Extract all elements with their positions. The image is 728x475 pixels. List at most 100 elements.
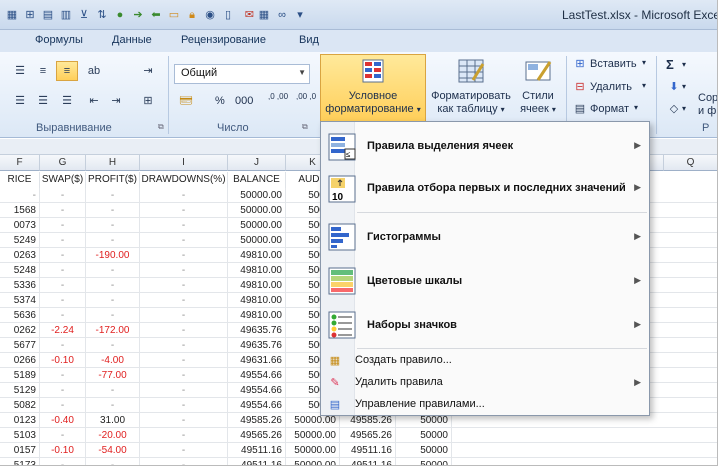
table-cell[interactable]: 50000.00 (228, 188, 286, 203)
table-cell[interactable]: 50000.00 (228, 233, 286, 248)
table-cell[interactable]: - (140, 413, 228, 428)
table-cell[interactable]: 49554.66 (228, 383, 286, 398)
align-middle-icon[interactable]: ≡ (35, 64, 51, 78)
table-cell[interactable]: - (140, 218, 228, 233)
table-cell[interactable]: 49810.00 (228, 263, 286, 278)
table-cell[interactable]: 49635.76 (228, 338, 286, 353)
table-cell[interactable]: - (40, 218, 86, 233)
table-cell[interactable]: - (140, 203, 228, 218)
table-cell[interactable]: - (140, 263, 228, 278)
folder-icon[interactable]: ▭ (166, 7, 182, 23)
table-cell[interactable]: 50000 (396, 428, 452, 443)
table-icon[interactable]: ▤ (40, 7, 56, 23)
tab-formulas[interactable]: Формулы (35, 34, 83, 46)
table-cell[interactable]: -0.10 (40, 353, 86, 368)
menu-item-clear-rules[interactable]: ✎ Удалить правила ▶ (321, 373, 649, 393)
menu-item-top-bottom-rules[interactable]: 10 Правила отбора первых и последних зна… (321, 170, 649, 208)
align-right-icon[interactable]: ☰ (59, 94, 75, 108)
table-cell[interactable]: - (86, 398, 140, 413)
table-cell[interactable]: 50000.00 (228, 218, 286, 233)
table-cell[interactable]: - (40, 428, 86, 443)
header-cell[interactable]: SWAP($) (40, 172, 86, 188)
table-cell[interactable]: 31.00 (86, 413, 140, 428)
header-cell[interactable]: PROFIT($) (86, 172, 140, 188)
table-cell[interactable]: - (86, 383, 140, 398)
currency-icon[interactable]: 💳︎ (178, 94, 194, 108)
table-cell[interactable]: - (140, 248, 228, 263)
sort-filter-label-1[interactable]: Сор (698, 92, 717, 104)
table-cell[interactable]: - (86, 233, 140, 248)
table-cell[interactable]: 5336 (0, 278, 40, 293)
table-cell[interactable]: - (40, 263, 86, 278)
table-cell[interactable]: - (40, 188, 86, 203)
table-cell[interactable]: -54.00 (86, 443, 140, 458)
percent-button[interactable]: % (215, 95, 225, 107)
alignment-launcher-icon[interactable]: ⧉ (158, 122, 164, 132)
number-launcher-icon[interactable]: ⧉ (302, 122, 308, 132)
table-cell[interactable]: - (140, 368, 228, 383)
menu-item-color-scales[interactable]: Цветовые шкалы ▶ (321, 262, 649, 300)
table-cell[interactable]: - (40, 398, 86, 413)
format-button[interactable]: Формат (590, 103, 629, 115)
table-cell[interactable]: 49511.16 (228, 443, 286, 458)
table-cell[interactable]: - (140, 428, 228, 443)
table-cell[interactable]: 0263 (0, 248, 40, 263)
table-cell[interactable]: - (40, 458, 86, 465)
table-cell[interactable]: 50000.00 (286, 428, 340, 443)
table-cell[interactable]: -4.00 (86, 353, 140, 368)
chevron-down-icon[interactable]: ▾ (642, 58, 646, 67)
more-icon[interactable]: ▾ (292, 7, 308, 23)
table-cell[interactable]: -0.10 (40, 443, 86, 458)
orientation-icon[interactable]: ab (86, 64, 102, 78)
sort-icon[interactable]: ⇅ (94, 7, 110, 23)
table-cell[interactable]: - (40, 278, 86, 293)
table-cell[interactable]: - (40, 368, 86, 383)
table-cell[interactable]: 49554.66 (228, 368, 286, 383)
lock-icon[interactable]: 🔒︎ (184, 7, 200, 23)
delete-button[interactable]: Удалить (590, 81, 632, 93)
table-cell[interactable]: -190.00 (86, 248, 140, 263)
menu-item-data-bars[interactable]: Гистограммы ▶ (321, 218, 649, 256)
table-cell[interactable]: 49511.16 (340, 443, 396, 458)
table-cell[interactable]: - (140, 383, 228, 398)
insert-cells-icon[interactable]: ⊞ (22, 7, 38, 23)
fill-icon[interactable]: ⬇ (666, 80, 682, 94)
chevron-down-icon[interactable]: ▾ (642, 81, 646, 90)
table-cell[interactable]: - (140, 323, 228, 338)
thousands-button[interactable]: 000 (235, 95, 253, 107)
table-cell[interactable]: 5636 (0, 308, 40, 323)
autosum-button[interactable]: Σ (666, 57, 674, 72)
column-header-g[interactable]: G (40, 155, 86, 171)
menu-item-manage-rules[interactable]: ▤ Управление правилами... (321, 395, 649, 415)
table-cell[interactable]: - (86, 218, 140, 233)
table-cell[interactable]: - (86, 458, 140, 465)
menu-item-icon-sets[interactable]: Наборы значков ▶ (321, 306, 649, 344)
table-cell[interactable]: - (40, 383, 86, 398)
chevron-down-icon[interactable]: ▾ (634, 103, 638, 112)
table-cell[interactable]: - (140, 443, 228, 458)
cell-styles-button[interactable]: Стили ячеек ▾ (514, 58, 562, 116)
header-cell[interactable]: DRAWDOWNS(%) (140, 172, 228, 188)
table-cell[interactable]: 5173 (0, 458, 40, 465)
table-cell[interactable]: - (86, 338, 140, 353)
table-cell[interactable]: 0266 (0, 353, 40, 368)
table-cell[interactable]: 49511.16 (228, 458, 286, 465)
table-cell[interactable]: 49565.26 (228, 428, 286, 443)
table-cell[interactable]: 5677 (0, 338, 40, 353)
table-cell[interactable]: - (140, 233, 228, 248)
table-cell[interactable]: 50000.00 (286, 458, 340, 465)
tab-view[interactable]: Вид (299, 34, 319, 46)
table-cell[interactable]: - (40, 233, 86, 248)
table-cell[interactable]: 5103 (0, 428, 40, 443)
table-cell[interactable]: - (40, 338, 86, 353)
table-cell[interactable]: - (86, 188, 140, 203)
chevron-down-icon[interactable]: ▾ (682, 82, 686, 91)
table-cell[interactable]: - (40, 248, 86, 263)
chevron-down-icon[interactable]: ▾ (682, 104, 686, 113)
decrease-indent-icon[interactable]: ⇤ (86, 94, 102, 108)
menu-item-new-rule[interactable]: ▦ Создать правило... (321, 351, 649, 371)
table-cell[interactable]: 0123 (0, 413, 40, 428)
table-cell[interactable]: - (0, 188, 40, 203)
table-cell[interactable]: 5374 (0, 293, 40, 308)
align-bottom-icon[interactable]: ≡ (59, 64, 75, 78)
